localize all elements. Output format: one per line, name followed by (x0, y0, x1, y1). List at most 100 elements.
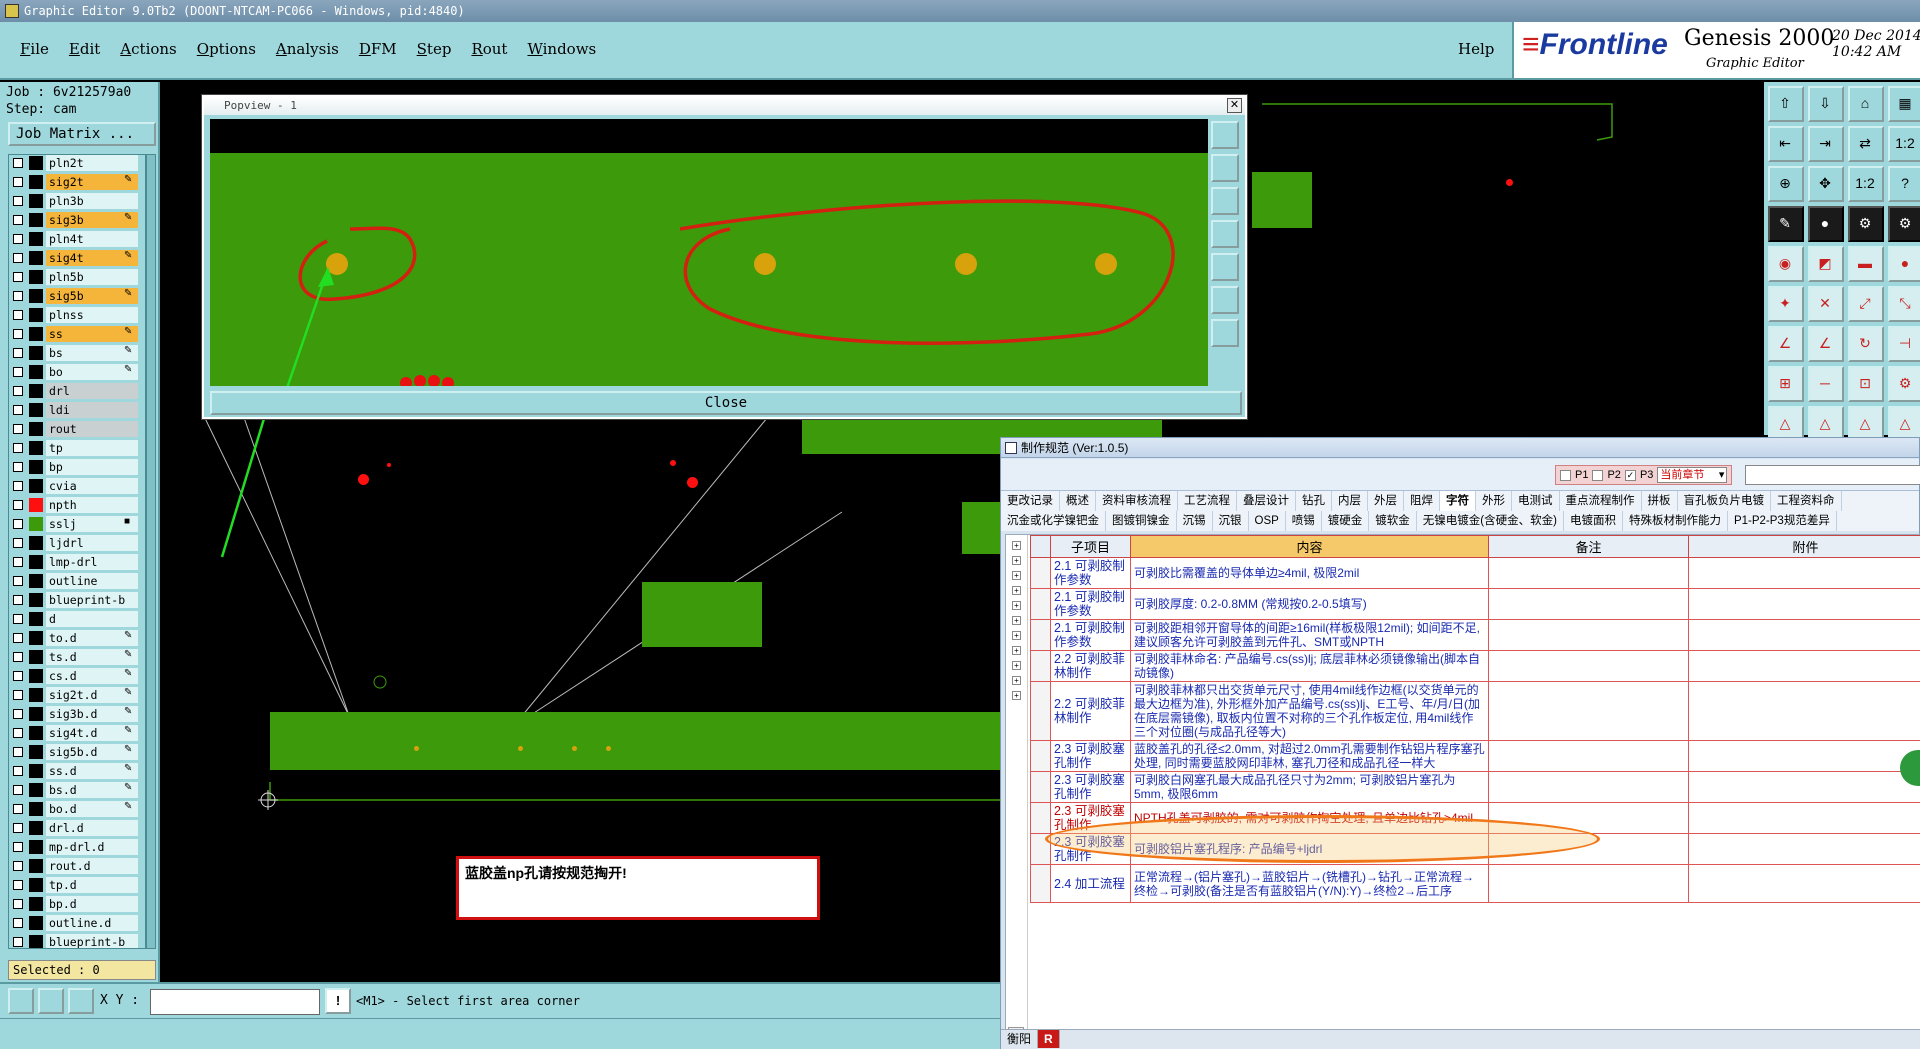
layer-row[interactable]: mp-drl.d (9, 839, 145, 855)
tool-delete-button[interactable]: ✕ (1808, 286, 1844, 322)
p2-checkbox[interactable] (1592, 469, 1604, 481)
layer-checkbox[interactable] (13, 785, 23, 795)
layer-row[interactable]: rout.d (9, 858, 145, 874)
chapter-select[interactable]: 当前章节 (1657, 467, 1728, 483)
layer-row[interactable]: sslj ■ (9, 516, 145, 532)
table-row[interactable]: 2.2 可剥胶菲林制作 可剥胶菲林命名: 产品编号.cs(ss)lj; 底层菲林必… (1030, 650, 1920, 682)
tool-config-button[interactable]: ⚙ (1888, 366, 1920, 402)
layer-checkbox[interactable] (13, 405, 23, 415)
layer-checkbox[interactable] (13, 823, 23, 833)
menu-analysis[interactable]: Analysis (266, 40, 349, 58)
layer-checkbox[interactable] (13, 538, 23, 548)
menu-actions[interactable]: Actions (110, 40, 186, 58)
layer-checkbox[interactable] (13, 272, 23, 282)
menu-options[interactable]: Options (187, 40, 266, 58)
layer-checkbox[interactable] (13, 234, 23, 244)
tool-pad-button[interactable]: ● (1888, 246, 1920, 282)
layer-checkbox[interactable] (13, 196, 23, 206)
menu-rout[interactable]: Rout (461, 40, 517, 58)
layer-name[interactable]: blueprint-b (46, 934, 138, 948)
table-row[interactable]: 2.4 加工流程 正常流程→(铝片塞孔)→蓝胶铝片→(铣槽孔)→钻孔→正常流程→终… (1030, 864, 1920, 903)
spec-tab[interactable]: 外层 (1368, 491, 1404, 511)
layer-row[interactable]: drl.d (9, 820, 145, 836)
tool-settings-button[interactable]: ⚙ (1888, 206, 1920, 242)
layer-name[interactable]: pln4t (46, 231, 138, 247)
tool-select-a-button[interactable]: ◉ (1768, 246, 1804, 282)
bottom-tab[interactable]: 衡阳 (1001, 1030, 1039, 1048)
tool-grid-button[interactable]: ▦ (1888, 86, 1920, 122)
popview-pan-button[interactable] (1211, 319, 1239, 347)
layer-name[interactable]: mp-drl.d (46, 839, 138, 855)
layer-row[interactable]: cvia (9, 478, 145, 494)
table-row[interactable]: 2.3 可剥胶塞孔制作 NPTH孔盖可剥胶的, 需对可剥胶作掏空处理, 且单边比钻… (1030, 802, 1920, 834)
tree-expand-icon[interactable]: + (1012, 631, 1021, 640)
popview-step-right-button[interactable] (1211, 253, 1239, 281)
spec-tab[interactable]: 电镀面积 (1564, 511, 1623, 531)
layer-checkbox[interactable] (13, 443, 23, 453)
spec-tab[interactable]: P1-P2-P3规范差异 (1728, 511, 1837, 531)
layer-row[interactable]: ss.d ✎ (9, 763, 145, 779)
p1-checkbox[interactable] (1560, 469, 1571, 481)
tool-step-up-button[interactable]: ⇧ (1768, 86, 1804, 122)
layer-name[interactable]: outline (46, 573, 138, 589)
layer-checkbox[interactable] (13, 367, 23, 377)
tree-expand-icon[interactable]: + (1012, 586, 1021, 595)
tool-step-down-button[interactable]: ⇩ (1808, 86, 1844, 122)
spec-tab[interactable]: 叠层设计 (1237, 491, 1296, 511)
menu-edit[interactable]: Edit (59, 40, 110, 58)
layer-checkbox[interactable] (13, 310, 23, 320)
layer-row[interactable]: bp.d (9, 896, 145, 912)
layer-row[interactable]: pln4t (9, 231, 145, 247)
layer-name[interactable]: drl.d (46, 820, 138, 836)
menu-help[interactable]: Help (1458, 40, 1494, 58)
layer-checkbox[interactable] (13, 519, 23, 529)
column-header[interactable]: 附件 (1688, 535, 1920, 558)
spec-tab[interactable]: 沉锡 (1177, 511, 1213, 531)
grid-tool-button[interactable] (68, 988, 94, 1014)
layer-checkbox[interactable] (13, 500, 23, 510)
table-row[interactable]: 2.2 可剥胶菲林制作 可剥胶菲林都只出交货单元尺寸, 使用4mil线作边框(以交… (1030, 681, 1920, 741)
layer-checkbox[interactable] (13, 937, 23, 947)
layer-row[interactable]: bs.d ✎ (9, 782, 145, 798)
popview-canvas[interactable] (210, 119, 1208, 386)
table-row[interactable]: 2.3 可剥胶塞孔制作 蓝胶盖孔的孔径≤2.0mm, 对超过2.0mm孔需要制作钻… (1030, 740, 1920, 772)
table-row[interactable]: 2.3 可剥胶塞孔制作 可剥胶铝片塞孔程序: 产品编号+ljdrl (1030, 833, 1920, 865)
layer-row[interactable]: cs.d ✎ (9, 668, 145, 684)
spec-tab[interactable]: 特殊板材制作能力 (1623, 511, 1728, 531)
xy-input[interactable] (150, 989, 320, 1015)
layer-checkbox[interactable] (13, 633, 23, 643)
layer-checkbox[interactable] (13, 804, 23, 814)
layer-row[interactable]: d (9, 611, 145, 627)
tool-copy-button[interactable]: ⤡ (1888, 286, 1920, 322)
popview-zoom-in-button[interactable] (1211, 121, 1239, 149)
layer-row[interactable]: bp (9, 459, 145, 475)
tool-angle-a-button[interactable]: ∠ (1768, 326, 1804, 362)
layer-row[interactable]: rout (9, 421, 145, 437)
layer-row[interactable]: ldi (9, 402, 145, 418)
tool-hline-button[interactable]: ─ (1808, 366, 1844, 402)
layer-row[interactable]: plnss (9, 307, 145, 323)
layer-row[interactable]: sig3b ✎ (9, 212, 145, 228)
tree-expand-icon[interactable]: + (1012, 556, 1021, 565)
layer-checkbox[interactable] (13, 348, 23, 358)
layer-row[interactable]: sig5b ✎ (9, 288, 145, 304)
spec-tab[interactable]: 沉金或化学镍钯金 (1001, 511, 1106, 531)
layer-row[interactable]: ss ✎ (9, 326, 145, 342)
layer-row[interactable]: blueprint-b (9, 592, 145, 608)
layer-name[interactable]: drl (46, 383, 138, 399)
spec-tab[interactable]: OSP (1249, 511, 1286, 531)
tool-line-button[interactable]: ▬ (1848, 246, 1884, 282)
layer-row[interactable]: bo ✎ (9, 364, 145, 380)
table-row[interactable]: 2.1 可剥胶制作参数 可剥胶厚度: 0.2-0.8MM (常规按0.2-0.5填… (1030, 588, 1920, 620)
layer-row[interactable]: sig3b.d ✎ (9, 706, 145, 722)
tool-measure-button[interactable]: ⚙ (1848, 206, 1884, 242)
menu-windows[interactable]: Windows (517, 40, 606, 58)
tree-expand-icon[interactable]: + (1012, 571, 1021, 580)
tree-expand-icon[interactable]: + (1012, 646, 1021, 655)
column-header[interactable]: 子项目 (1050, 535, 1131, 558)
tool-shift-left-button[interactable]: ⇤ (1768, 126, 1804, 162)
layer-checkbox[interactable] (13, 690, 23, 700)
layer-row[interactable]: sig4t.d ✎ (9, 725, 145, 741)
table-row[interactable]: 2.1 可剥胶制作参数 可剥胶距相邻开窗导体的间距≥16mil(样板极限12mil… (1030, 619, 1920, 651)
layer-name[interactable]: d (46, 611, 138, 627)
